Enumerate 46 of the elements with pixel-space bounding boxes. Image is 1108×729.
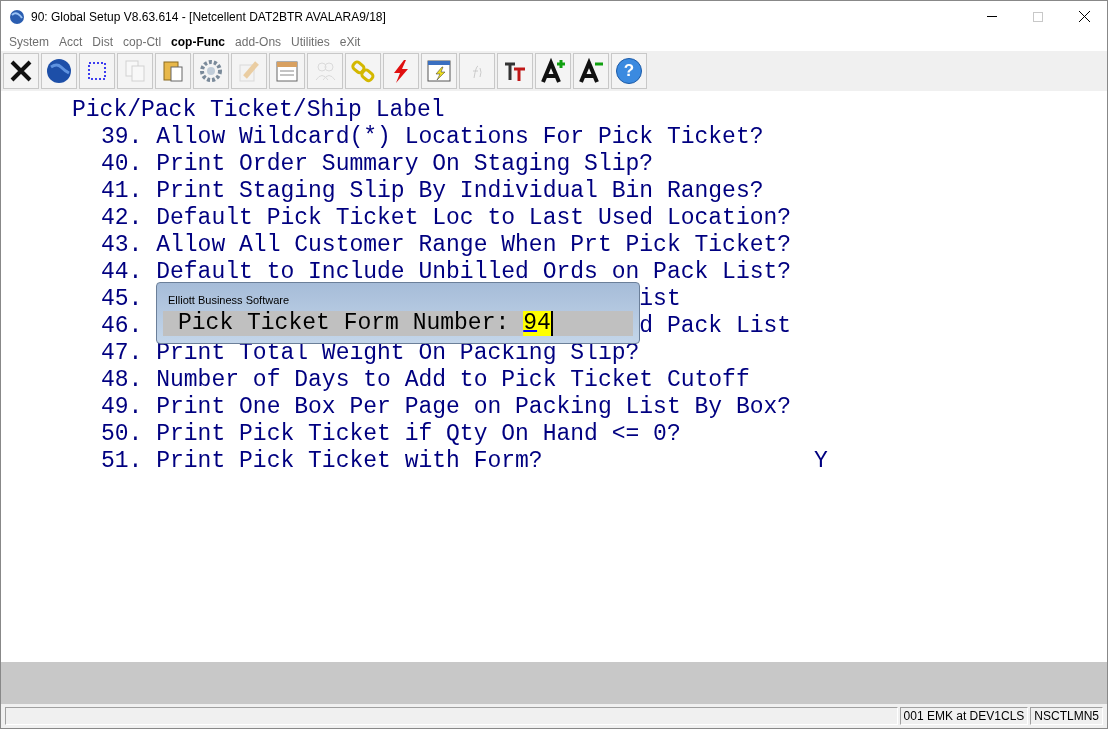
menu-item[interactable]: add-Ons <box>230 32 287 51</box>
toolbar-button[interactable] <box>497 53 533 89</box>
window-title: 90: Global Setup V8.63.614 - [Netcellent DAT2BTR AVALARA9/18] <box>31 8 386 26</box>
maximize-icon <box>1033 11 1043 22</box>
font-increase-icon <box>539 57 567 85</box>
gear-icon <box>197 57 225 85</box>
menu-item[interactable]: eXit <box>334 32 366 51</box>
close-icon <box>1078 11 1090 22</box>
option-text: 50. Print Pick Ticket if Qty On Hand <= 0? <box>101 421 681 447</box>
toolbar-button[interactable] <box>573 53 609 89</box>
option-text: 51. Print Pick Ticket with Form? <box>101 448 543 474</box>
globe-icon <box>45 57 73 85</box>
menu-item[interactable]: System <box>4 32 54 51</box>
menu-item[interactable]: cop-Ctl <box>118 32 167 51</box>
status-panel: NSCTLMN5 <box>1030 707 1103 725</box>
option-text: 43. Allow All Customer Range When Prt Pick Ticket? <box>101 232 792 258</box>
menu-item[interactable]: Dist <box>87 32 119 51</box>
option-text: d Pack List <box>639 313 792 340</box>
menu-item[interactable]: cop-Func <box>166 32 231 51</box>
window-lightning-icon <box>425 57 453 85</box>
option-number: 45. <box>101 286 143 313</box>
option-text: 48. Number of Days to Add to Pick Ticket Cutoff <box>101 367 750 393</box>
toolbar-button[interactable] <box>41 53 77 89</box>
menu-item[interactable]: Utilities <box>286 32 335 51</box>
function-icon <box>472 64 482 78</box>
minimize-icon <box>987 16 997 17</box>
toolbar-button[interactable] <box>3 53 39 89</box>
option-number: 46. <box>101 313 143 340</box>
option-text: 39. Allow Wildcard(*) Locations For Pick Ticket? <box>101 124 764 150</box>
option-text: 44. Default to Include Unbilled Ords on Pack List? <box>101 259 792 285</box>
option-text: 42. Default Pick Ticket Loc to Last Used Location? <box>101 205 792 231</box>
option-value: Y <box>814 448 828 475</box>
prompt-label: Pick Ticket Form Number: <box>178 310 510 337</box>
toolbar-button[interactable] <box>79 53 115 89</box>
status-panel: 001 EMK at DEV1CLS <box>899 707 1029 725</box>
menu-item[interactable]: Acct <box>54 32 88 51</box>
dialog-title: Elliott Business Software <box>168 294 290 307</box>
option-text: 40. Print Order Summary On Staging Slip? <box>101 151 654 177</box>
toolbar-button[interactable] <box>535 53 571 89</box>
form-number-field[interactable]: 94 <box>523 311 553 336</box>
option-text: 49. Print One Box Per Page on Packing List By Box? <box>101 394 792 420</box>
font-decrease-icon <box>577 57 605 85</box>
option-text: ist <box>639 286 681 313</box>
section-heading: Pick/Pack Ticket/Ship Label <box>72 97 445 124</box>
app-globe-icon <box>9 8 25 25</box>
option-text: 41. Print Staging Slip By Individual Bin Ranges? <box>101 178 764 204</box>
